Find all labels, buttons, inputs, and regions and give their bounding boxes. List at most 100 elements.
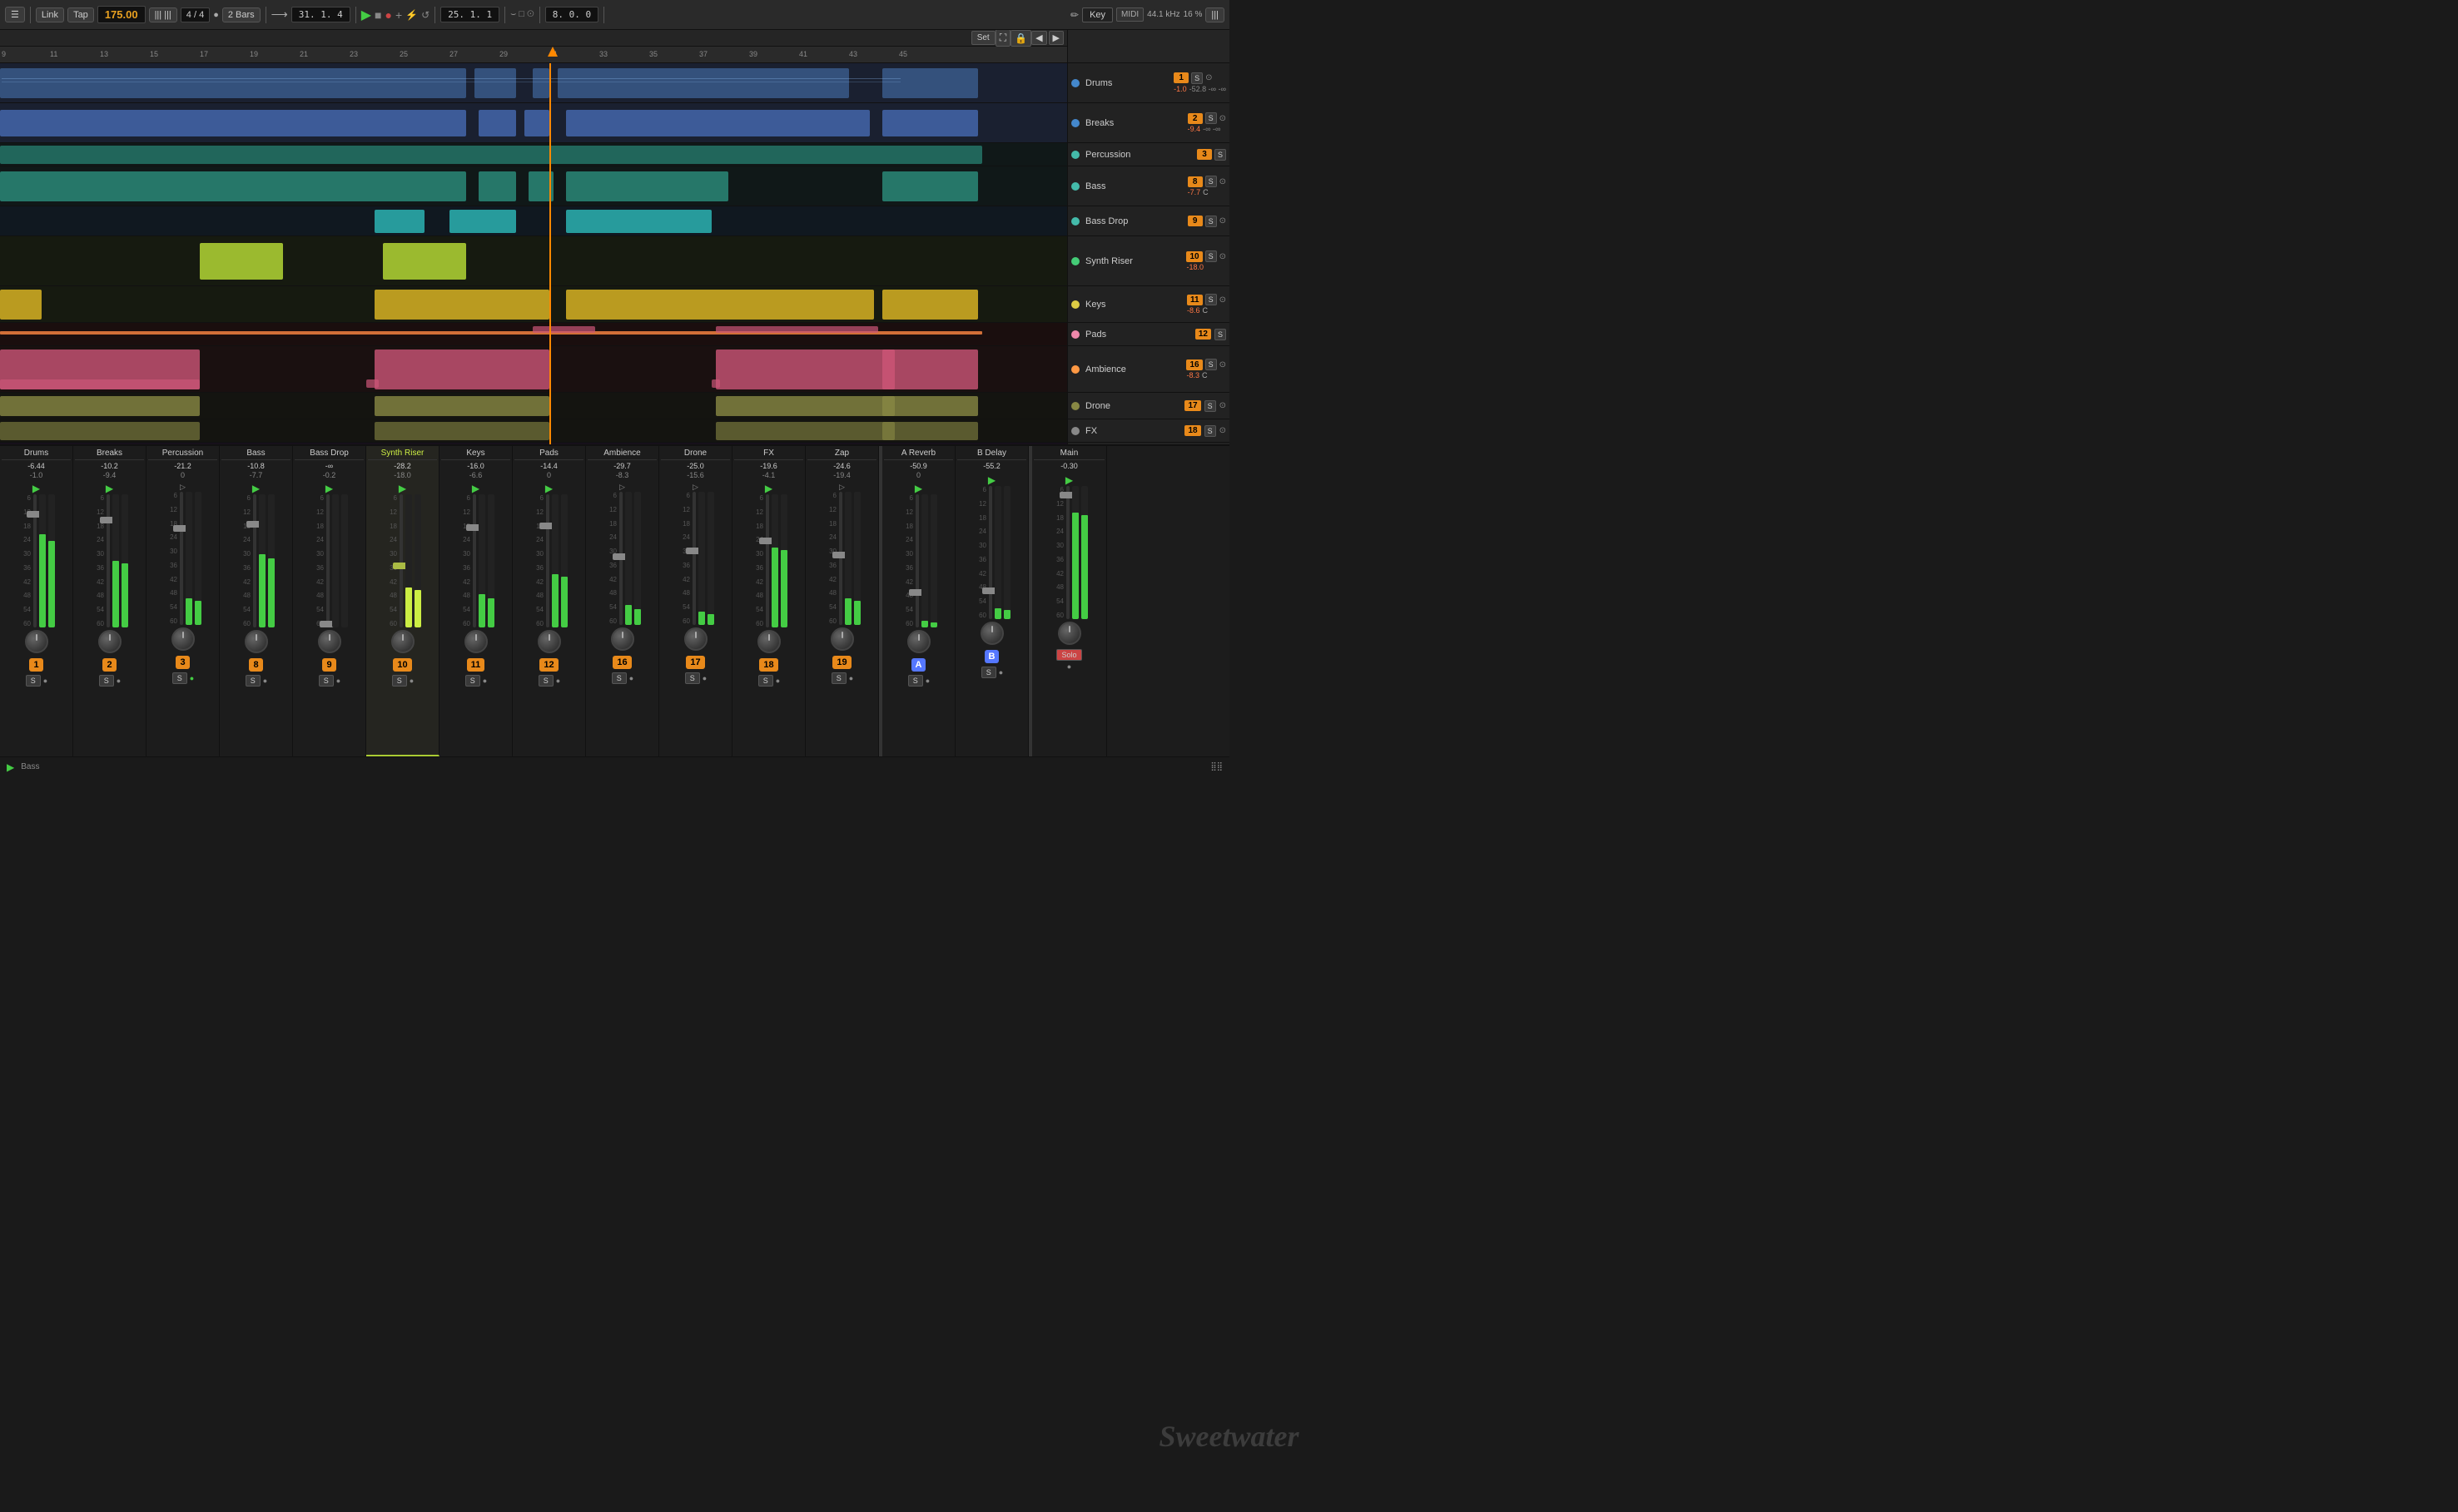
ch-areverb-fader-area[interactable]: 6121824303642485460 <box>884 494 953 627</box>
keys-clip2[interactable] <box>375 290 549 320</box>
ch-main-fader[interactable] <box>1066 486 1070 619</box>
ch-fx-knob[interactable] <box>757 630 781 653</box>
ch-breaks-knob[interactable] <box>98 630 122 653</box>
synth-clip2[interactable] <box>383 243 466 280</box>
ch-bass-fader[interactable] <box>253 494 256 627</box>
drone-clip1[interactable] <box>0 396 200 416</box>
ch-bassdrop-fader-area[interactable]: 6121824303642485460 <box>295 494 364 627</box>
drums-s-button[interactable]: S <box>1191 72 1203 84</box>
ch-areverb-knob[interactable] <box>907 630 931 653</box>
fx-s-button[interactable]: S <box>1204 425 1216 437</box>
ch-bdelay-fader-area[interactable]: 6121824303642485460 <box>957 486 1026 619</box>
ch-bass-fader-area[interactable]: 6121824303642485460 <box>221 494 290 627</box>
bass-clip4[interactable] <box>566 171 728 201</box>
lock-icon[interactable]: 🔒 <box>1011 30 1031 47</box>
menu-button[interactable]: ☰ <box>5 7 25 22</box>
ch-fx-fader-area[interactable]: 6121824303642485460 <box>734 494 803 627</box>
bpm-display[interactable]: 175.00 <box>97 6 146 23</box>
breaks-clip1[interactable] <box>0 110 466 136</box>
record-button[interactable]: ● <box>385 8 391 22</box>
ch-bassdrop-knob[interactable] <box>318 630 341 653</box>
ch-fx-play[interactable]: ▶ <box>765 483 772 494</box>
ch-main-play[interactable]: ▶ <box>1065 474 1073 486</box>
ch-drone-fader-area[interactable]: 6121824303642485460 <box>661 492 730 625</box>
ch-drums-solo-button[interactable]: S <box>26 675 41 687</box>
ch-drums-play[interactable]: ▶ <box>32 483 40 494</box>
bass-record-icon[interactable]: ⊙ <box>1219 177 1226 186</box>
ch-synth-fader[interactable] <box>400 494 403 627</box>
amb-clip3s[interactable] <box>712 379 720 388</box>
fx-clip3[interactable] <box>716 422 895 440</box>
ch-drums-knob[interactable] <box>25 630 48 653</box>
ch-synth-fader-area[interactable]: 6121824303642485460 <box>368 494 437 627</box>
ambience-record-icon[interactable]: ⊙ <box>1219 360 1226 369</box>
ch-bass-solo-button[interactable]: S <box>246 675 261 687</box>
ch-synth-knob[interactable] <box>391 630 415 653</box>
ch-bdelay-play[interactable]: ▶ <box>988 474 996 486</box>
ch-main-fader-area[interactable]: 6121824303642485460 <box>1034 486 1105 619</box>
ch-pads-fader-area[interactable]: 6121824303642485460 <box>514 494 583 627</box>
drums-clip5[interactable] <box>882 68 978 98</box>
ch-amb-play[interactable]: ▷ <box>619 483 625 492</box>
fx-clip4[interactable] <box>882 422 978 440</box>
keys-clip3[interactable] <box>566 290 874 320</box>
ch-drums-fader-area[interactable]: 6121824303642485460 <box>2 494 71 627</box>
ch-synth-solo-button[interactable]: S <box>392 675 407 687</box>
ch-bdelay-fader[interactable] <box>989 486 992 619</box>
synth-clip1[interactable] <box>200 243 283 280</box>
drone-clip3[interactable] <box>716 396 895 416</box>
ch-bdelay-knob[interactable] <box>981 622 1004 645</box>
bass-clip1[interactable] <box>0 171 466 201</box>
fx-record-icon[interactable]: ⊙ <box>1219 426 1226 435</box>
ch-drone-play[interactable]: ▷ <box>693 483 698 492</box>
ch-perc-fader-area[interactable]: 6121824303642485460 <box>148 492 217 625</box>
ch-zap-play[interactable]: ▷ <box>839 483 845 492</box>
fx-clip1[interactable] <box>0 422 200 440</box>
ch-bassdrop-fader[interactable] <box>326 494 330 627</box>
breaks-s-button[interactable]: S <box>1205 112 1217 124</box>
ch-zap-fader-area[interactable]: 6121824303642485460 <box>807 492 876 625</box>
breaks-clip3[interactable] <box>524 110 549 136</box>
pads-s-button[interactable]: S <box>1214 329 1226 340</box>
ch-fx-fader[interactable] <box>766 494 769 627</box>
amb-clip1b[interactable] <box>0 379 200 389</box>
amb-clip2[interactable] <box>375 349 549 389</box>
perc-clip[interactable] <box>0 146 982 164</box>
quantize-button[interactable]: 2 Bars <box>222 7 261 22</box>
pencil-icon[interactable]: ✏ <box>1070 9 1079 21</box>
amb-clip2s[interactable] <box>366 379 379 388</box>
ch-amb-fader-area[interactable]: 6121824303642485460 <box>588 492 657 625</box>
drone-s-button[interactable]: S <box>1204 400 1216 412</box>
keys-s-button[interactable]: S <box>1205 294 1217 305</box>
link-button[interactable]: Link <box>36 7 64 22</box>
ambience-s-button[interactable]: S <box>1205 359 1217 370</box>
follow-icon[interactable]: ⚡ <box>405 9 418 21</box>
grid-button[interactable]: ||| <box>1205 7 1224 22</box>
ch-zap-knob[interactable] <box>831 627 854 651</box>
ch-perc-fader[interactable] <box>180 492 183 625</box>
ch-drone-fader[interactable] <box>693 492 696 625</box>
drums-clip2[interactable] <box>474 68 516 98</box>
ch-bassdrop-play[interactable]: ▶ <box>325 483 333 494</box>
bass-clip5[interactable] <box>882 171 978 201</box>
drums-clip3[interactable] <box>533 68 549 98</box>
pads-clip2[interactable] <box>716 326 878 333</box>
ch-zap-fader[interactable] <box>839 492 842 625</box>
ch-areverb-play[interactable]: ▶ <box>915 483 922 494</box>
ch-bassdrop-solo-button[interactable]: S <box>319 675 334 687</box>
ch-pads-play[interactable]: ▶ <box>545 483 553 494</box>
amb-clip3[interactable] <box>716 349 895 389</box>
ch-pads-solo-button[interactable]: S <box>539 675 554 687</box>
ch-amb-knob[interactable] <box>611 627 634 651</box>
bassdrop-s-button[interactable]: S <box>1205 216 1217 227</box>
breaks-record-icon[interactable]: ⊙ <box>1219 114 1226 123</box>
ch-drone-solo-button[interactable]: S <box>685 672 700 684</box>
ch-areverb-fader[interactable] <box>916 494 919 627</box>
bassdrop-clip3[interactable] <box>566 210 712 233</box>
set-button[interactable]: Set <box>971 31 996 45</box>
ch-synth-play[interactable]: ▶ <box>399 483 406 494</box>
ch-pads-fader[interactable] <box>546 494 549 627</box>
ch-keys-fader-area[interactable]: 6121824303642485460 <box>441 494 510 627</box>
ch-drone-knob[interactable] <box>684 627 708 651</box>
bassdrop-record-icon[interactable]: ⊙ <box>1219 216 1226 226</box>
